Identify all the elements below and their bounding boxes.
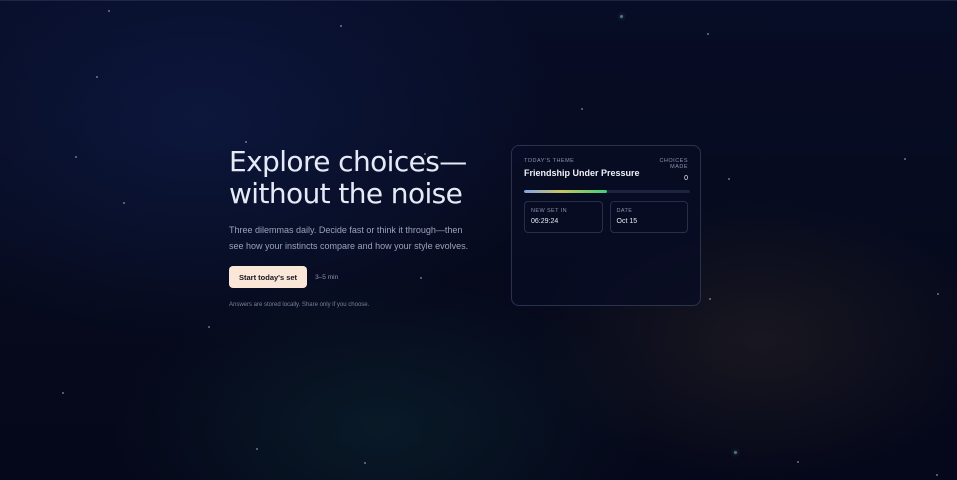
star xyxy=(75,156,77,158)
star xyxy=(620,15,623,18)
star xyxy=(904,158,906,160)
date-value: Oct 15 xyxy=(616,218,638,225)
star xyxy=(936,474,938,476)
cta-row: Start today's set 3–5 min xyxy=(229,266,489,288)
star xyxy=(364,462,366,464)
star xyxy=(108,10,110,12)
star xyxy=(256,448,258,450)
choices-label: CHOICES MADE xyxy=(659,158,688,170)
next-set-countdown: 06:29:24 xyxy=(531,218,559,225)
star xyxy=(709,298,711,300)
choices-count: 0 xyxy=(684,175,688,182)
star xyxy=(581,108,583,110)
next-set-tile: NEW SET IN 06:29:24 xyxy=(524,201,603,233)
headline-line-2: without the noise xyxy=(229,177,463,210)
duration-label: 3–5 min xyxy=(315,273,339,281)
choices-block: CHOICES MADE 0 xyxy=(640,158,688,182)
next-set-label: NEW SET IN xyxy=(531,208,567,214)
star xyxy=(208,326,210,328)
hero-headline: Explore choices— without the noise xyxy=(229,146,489,210)
star xyxy=(340,25,342,27)
star xyxy=(62,392,64,394)
start-todays-set-button[interactable]: Start today's set xyxy=(229,266,308,288)
hero-subtext: Three dilemmas daily. Decide fast or thi… xyxy=(229,225,469,251)
privacy-footnote: Answers are stored locally. Share only i… xyxy=(229,302,370,308)
theme-name: Friendship Under Pressure xyxy=(524,168,640,178)
star xyxy=(96,76,98,78)
daily-theme-card: TODAY'S THEME Friendship Under Pressure … xyxy=(511,145,701,306)
theme-block: TODAY'S THEME Friendship Under Pressure xyxy=(524,158,640,182)
star xyxy=(245,141,247,143)
card-header: TODAY'S THEME Friendship Under Pressure … xyxy=(524,158,688,182)
star xyxy=(937,293,939,295)
progress-fill xyxy=(524,190,607,193)
star xyxy=(728,178,730,180)
theme-label: TODAY'S THEME xyxy=(524,158,575,164)
star xyxy=(797,461,799,463)
star xyxy=(707,33,709,35)
progress-bar xyxy=(524,190,690,193)
date-tile: DATE Oct 15 xyxy=(609,201,688,233)
hero-section: Explore choices— without the noise Three… xyxy=(229,146,489,308)
headline-line-1: Explore choices— xyxy=(229,145,467,178)
star xyxy=(734,451,737,454)
star xyxy=(123,202,125,204)
info-tiles: NEW SET IN 06:29:24 DATE Oct 15 xyxy=(524,201,688,233)
date-label: DATE xyxy=(616,208,633,214)
top-border xyxy=(0,0,957,1)
